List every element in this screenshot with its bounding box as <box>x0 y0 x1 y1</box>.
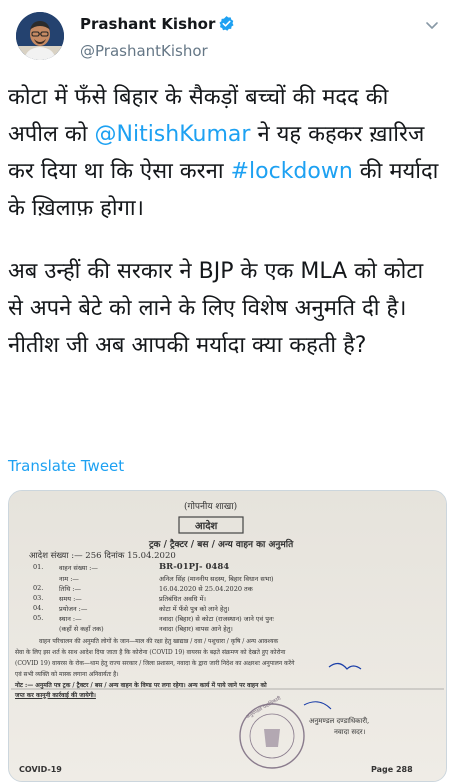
hashtag-link[interactable]: #lockdown <box>231 159 353 184</box>
avatar[interactable] <box>16 12 64 60</box>
document-row-value: कोटा में फँसे पुत्र को लाने हेतु। <box>159 605 230 613</box>
chevron-down-icon[interactable] <box>423 16 441 34</box>
tweet-header: Prashant Kishor @PrashantKishor <box>0 0 450 70</box>
document-row-label: प्रयोजन :— <box>59 605 88 613</box>
document-row-value: नवादा (बिहार) से कोटा (राजस्थान) जाने एव… <box>159 615 274 623</box>
tweet-text: कोटा में फँसे बिहार के सैकड़ों बच्चों की… <box>8 79 445 364</box>
document-row-num: 01. <box>33 563 44 571</box>
document-row-label: नाम :— <box>59 575 79 583</box>
document-signatory: अनुमण्डल दण्डाधिकारी, <box>309 717 370 725</box>
document-note-line: जप्त कर कानूनी कार्रवाई की जायेगी। <box>15 692 96 699</box>
document-row-label: समय :— <box>59 595 82 603</box>
document-row-value: BR-01PJ- 0484 <box>159 562 230 572</box>
document-order-line: आदेश संख्या :— 256 दिनांक 15.04.2020 <box>29 551 176 561</box>
document-row-num: 05. <box>33 614 44 622</box>
document-row-value: 16.04.2020 से 25.04.2020 तक <box>159 585 253 593</box>
verified-badge-icon <box>219 16 234 31</box>
avatar-portrait <box>16 12 64 60</box>
document-row-value: नवादा (बिहार) वापस आने हेतु। <box>159 625 233 633</box>
document-body-line: (COVID 19) वायरस के रोक—थाम हेतु राज्य स… <box>15 660 295 667</box>
document-row-label: स्थान :— <box>59 615 82 623</box>
document-row-label: (कहाँ से कहाँ तक) <box>59 625 104 633</box>
document-image: (गोपनीय शाखा) आदेश ट्रक / ट्रैक्टर / बस … <box>9 491 446 781</box>
document-body-line: सेवा के लिए इस शर्त के साथ आदेश दिया जात… <box>15 649 286 656</box>
author-name[interactable]: Prashant Kishor <box>80 15 215 33</box>
document-body-line: एवं सभी व्यक्ति को मास्क लगाना अनिवार्यत… <box>15 671 119 678</box>
document-top-stamp: (गोपनीय शाखा) <box>184 502 238 512</box>
document-row-value: प्रतिबंधित अवधि में। <box>159 595 206 603</box>
document-row-num: 03. <box>33 594 44 602</box>
translate-tweet-link[interactable]: Translate Tweet <box>8 457 124 475</box>
document-row-num: 04. <box>33 604 44 612</box>
document-note-line: नोट :— अनुमति पत्र ट्रक / ट्रैक्टर / बस … <box>15 682 267 689</box>
document-row-label: तिथि :— <box>59 585 81 593</box>
document-footer-right: Page 288 <box>371 765 413 774</box>
document-heading: ट्रक / ट्रैक्टर / बस / अन्य वाहन का अनुम… <box>149 540 294 550</box>
document-paper <box>9 491 446 781</box>
document-row-label: वाहन संख्या :— <box>59 564 98 572</box>
document-row-value: अनिल सिंह (माननीय सदस्य, बिहार विधान सभा… <box>159 575 274 583</box>
document-order-box: आदेश <box>195 521 218 532</box>
document-row-num: 02. <box>33 584 44 592</box>
document-signatory: नवादा सदर। <box>334 728 366 736</box>
tweet-paragraph-2: अब उन्हीं की सरकार ने BJP के एक MLA को क… <box>8 259 424 358</box>
author-handle[interactable]: @PrashantKishor <box>80 42 208 60</box>
mention-link[interactable]: @NitishKumar <box>95 122 251 147</box>
tweet-image[interactable]: (गोपनीय शाखा) आदेश ट्रक / ट्रैक्टर / बस … <box>8 490 447 782</box>
document-footer-left: COVID-19 <box>19 765 62 774</box>
document-body-line: वाहन परिचालन की अनुमति लोगों के जान—माल … <box>39 638 279 645</box>
tweet-paragraph-1: कोटा में फँसे बिहार के सैकड़ों बच्चों की… <box>8 79 445 227</box>
